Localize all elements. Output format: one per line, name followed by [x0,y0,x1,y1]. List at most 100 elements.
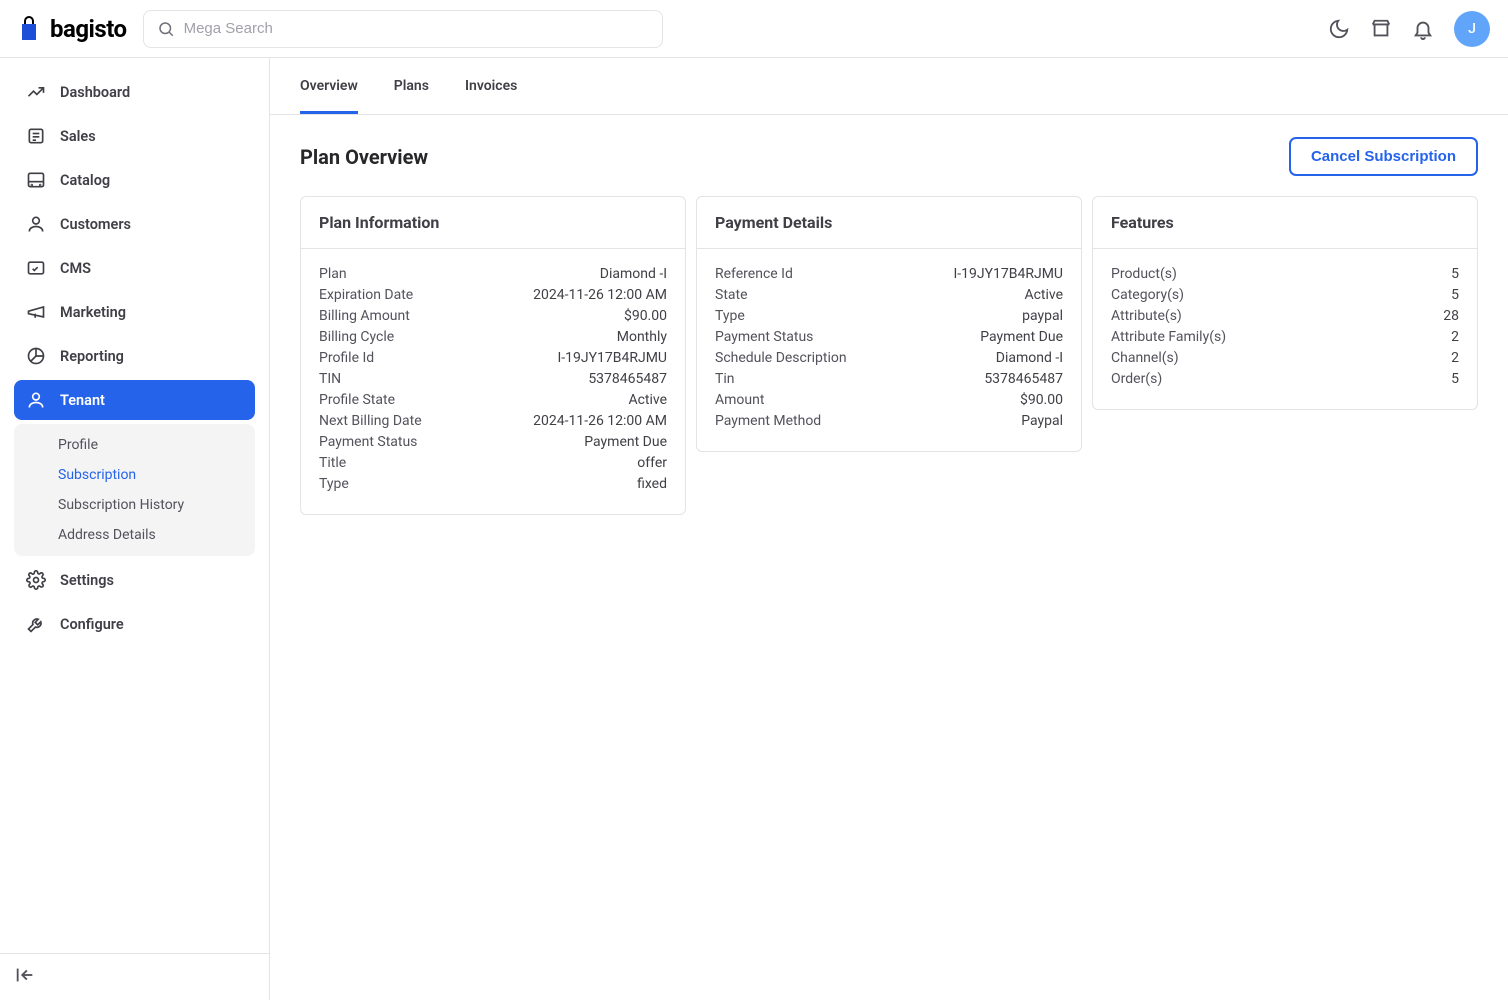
kv-label: Type [715,308,745,324]
sidebar-sub-subscription[interactable]: Subscription [14,460,255,490]
kv-value: 5 [1451,266,1459,282]
kv-row: Reference IdI-19JY17B4RJMU [715,263,1063,284]
kv-label: Title [319,455,346,471]
configure-icon [26,614,46,634]
sidebar-sub-subscription-history[interactable]: Subscription History [14,490,255,520]
sidebar-sub-profile[interactable]: Profile [14,430,255,460]
card-plan-information: Plan Information PlanDiamond -IExpiratio… [300,196,686,515]
marketing-icon [26,302,46,322]
kv-row: Channel(s)2 [1111,347,1459,368]
kv-label: Payment Status [715,329,813,345]
logo[interactable]: bagisto [18,15,127,43]
sidebar-item-label: Reporting [60,348,124,365]
kv-row: Attribute Family(s)2 [1111,326,1459,347]
card-title: Plan Information [301,197,685,249]
search-icon [157,20,175,38]
sidebar-item-settings[interactable]: Settings [14,560,255,600]
sidebar-item-sales[interactable]: Sales [14,116,255,156]
avatar[interactable]: J [1454,11,1490,47]
tab-plans[interactable]: Plans [394,58,429,114]
kv-value: Active [628,392,667,408]
tab-overview[interactable]: Overview [300,58,358,114]
kv-row: Typefixed [319,473,667,494]
sidebar-item-label: Settings [60,572,114,589]
card-body: Product(s)5Category(s)5Attribute(s)28Att… [1093,249,1477,409]
sidebar: Dashboard Sales Catalog Customers CMS Ma… [0,58,270,1000]
kv-value: Diamond -I [996,350,1063,366]
kv-row: PlanDiamond -I [319,263,667,284]
kv-row: Payment MethodPaypal [715,410,1063,431]
kv-label: State [715,287,748,303]
sidebar-item-label: Marketing [60,304,126,321]
kv-value: Diamond -I [600,266,667,282]
settings-icon [26,570,46,590]
kv-label: Payment Method [715,413,821,429]
kv-label: Expiration Date [319,287,413,303]
bag-icon [18,16,40,42]
sidebar-item-dashboard[interactable]: Dashboard [14,72,255,112]
card-title: Features [1093,197,1477,249]
kv-label: Billing Amount [319,308,410,324]
kv-label: Attribute(s) [1111,308,1182,324]
kv-value: 5 [1451,287,1459,303]
kv-value: 28 [1443,308,1459,324]
sidebar-item-customers[interactable]: Customers [14,204,255,244]
kv-value: $90.00 [624,308,667,324]
cms-icon [26,258,46,278]
topbar-actions: J [1328,11,1490,47]
sidebar-item-marketing[interactable]: Marketing [14,292,255,332]
kv-value: offer [637,455,667,471]
kv-value: $90.00 [1020,392,1063,408]
tab-bar: Overview Plans Invoices [270,58,1508,115]
kv-value: Active [1024,287,1063,303]
topbar: bagisto J [0,0,1508,58]
kv-label: Order(s) [1111,371,1162,387]
kv-label: Category(s) [1111,287,1184,303]
sidebar-item-label: Configure [60,616,124,633]
kv-label: Attribute Family(s) [1111,329,1226,345]
page-title: Plan Overview [300,145,428,169]
kv-row: Schedule DescriptionDiamond -I [715,347,1063,368]
bell-icon[interactable] [1412,18,1434,40]
card-body: PlanDiamond -IExpiration Date2024-11-26 … [301,249,685,514]
kv-label: Tin [715,371,735,387]
card-payment-details: Payment Details Reference IdI-19JY17B4RJ… [696,196,1082,452]
sidebar-item-reporting[interactable]: Reporting [14,336,255,376]
kv-label: Type [319,476,349,492]
kv-row: Payment Status Payment Due [715,326,1063,347]
sidebar-item-catalog[interactable]: Catalog [14,160,255,200]
sidebar-item-cms[interactable]: CMS [14,248,255,288]
dark-mode-icon[interactable] [1328,18,1350,40]
card-title: Payment Details [697,197,1081,249]
kv-value: Payment Due [584,434,667,450]
card-body: Reference IdI-19JY17B4RJMU State Active Typ… [697,249,1081,451]
kv-value: Monthly [617,329,667,345]
kv-label: Product(s) [1111,266,1177,282]
store-icon[interactable] [1370,18,1392,40]
kv-value: 5378465487 [588,371,667,387]
kv-row: Billing Amount $90.00 [319,305,667,326]
sidebar-item-label: Tenant [60,392,105,409]
sidebar-item-label: CMS [60,260,91,277]
kv-label: Reference Id [715,266,793,282]
kv-row: Profile StateActive [319,389,667,410]
kv-row: Title offer [319,452,667,473]
kv-label: Channel(s) [1111,350,1179,366]
kv-row: Attribute(s) 28 [1111,305,1459,326]
kv-value: Payment Due [980,329,1063,345]
sidebar-footer [0,953,269,986]
cancel-subscription-button[interactable]: Cancel Subscription [1289,137,1478,176]
sidebar-sub-address-details[interactable]: Address Details [14,520,255,550]
kv-label: Billing Cycle [319,329,394,345]
sidebar-item-tenant[interactable]: Tenant [14,380,255,420]
sidebar-item-configure[interactable]: Configure [14,604,255,644]
collapse-sidebar-icon[interactable] [14,964,255,986]
kv-row: Type paypal [715,305,1063,326]
kv-value: 2024-11-26 12:00 AM [533,413,667,429]
kv-row: State Active [715,284,1063,305]
search-input[interactable] [143,10,663,48]
kv-row: Amount$90.00 [715,389,1063,410]
kv-row: Expiration Date2024-11-26 12:00 AM [319,284,667,305]
kv-value: paypal [1022,308,1063,324]
tab-invoices[interactable]: Invoices [465,58,517,114]
